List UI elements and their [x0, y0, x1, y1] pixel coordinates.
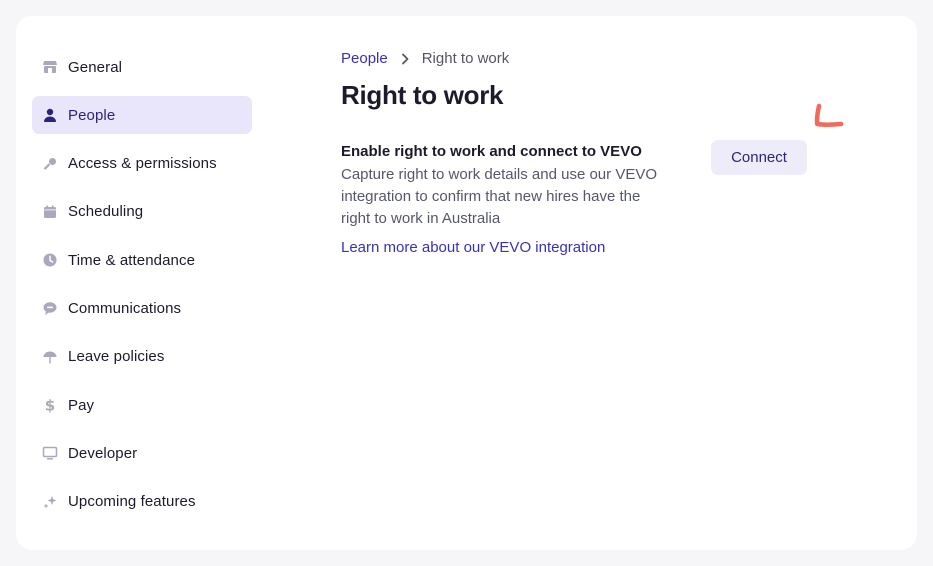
sidebar-item-label: Scheduling	[68, 203, 144, 221]
page-title: Right to work	[341, 80, 504, 110]
monitor-icon	[42, 445, 58, 461]
person-icon	[42, 107, 58, 123]
learn-more-link[interactable]: Learn more about our VEVO integration	[341, 239, 605, 256]
sidebar-item-developer[interactable]: Developer	[32, 434, 252, 472]
sidebar-item-label: General	[68, 58, 123, 76]
calendar-icon	[42, 204, 58, 220]
section-description: Capture right to work details and use ou…	[341, 166, 657, 227]
sidebar-item-general[interactable]: General	[32, 48, 252, 86]
sidebar-item-leave-policies[interactable]: Leave policies	[32, 338, 252, 376]
right-to-work-section: Enable right to work and connect to VEVO…	[341, 142, 671, 257]
sidebar-item-label: Leave policies	[68, 348, 165, 366]
sparkle-icon	[42, 494, 58, 510]
sidebar-item-label: Access & permissions	[68, 155, 217, 173]
sidebar-item-label: Time & attendance	[68, 251, 196, 269]
settings-sidebar: General People Access & permissions Sche…	[32, 48, 252, 531]
clock-icon	[42, 252, 58, 268]
sidebar-item-upcoming-features[interactable]: Upcoming features	[32, 483, 252, 521]
key-icon	[42, 156, 58, 172]
svg-text:$: $	[45, 397, 55, 413]
breadcrumb: People Right to work	[341, 50, 509, 67]
sidebar-item-access-permissions[interactable]: Access & permissions	[32, 145, 252, 183]
dollar-icon: $	[42, 397, 58, 413]
sidebar-item-people[interactable]: People	[32, 96, 252, 135]
annotation-mark	[810, 102, 850, 137]
settings-card: General People Access & permissions Sche…	[16, 16, 917, 550]
section-title: Enable right to work and connect to VEVO	[341, 143, 642, 160]
store-icon	[42, 59, 58, 75]
chat-icon	[42, 300, 58, 316]
sidebar-item-label: People	[68, 106, 116, 124]
breadcrumb-link-people[interactable]: People	[341, 50, 388, 67]
sidebar-item-pay[interactable]: $ Pay	[32, 386, 252, 424]
connect-button[interactable]: Connect	[711, 140, 807, 175]
umbrella-icon	[42, 349, 58, 365]
sidebar-item-label: Upcoming features	[68, 493, 196, 511]
breadcrumb-current: Right to work	[421, 50, 510, 67]
sidebar-item-label: Communications	[68, 299, 182, 317]
sidebar-item-communications[interactable]: Communications	[32, 289, 252, 327]
sidebar-item-label: Developer	[68, 444, 138, 462]
sidebar-item-scheduling[interactable]: Scheduling	[32, 193, 252, 231]
chevron-right-icon	[400, 53, 410, 65]
sidebar-item-label: Pay	[68, 396, 95, 414]
sidebar-item-time-attendance[interactable]: Time & attendance	[32, 241, 252, 279]
